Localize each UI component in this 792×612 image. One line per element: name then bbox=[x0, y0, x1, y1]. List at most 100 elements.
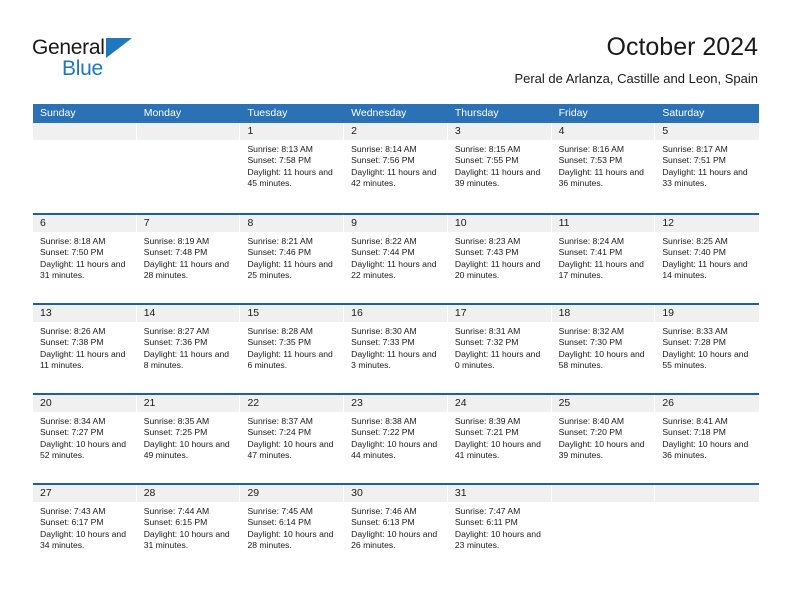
calendar-day-cell[interactable]: 26 Sunrise: 8:41 AM Sunset: 7:18 PM Dayligh… bbox=[655, 395, 760, 483]
calendar-day-cell[interactable]: 17 Sunrise: 8:31 AM Sunset: 7:32 PM Dayligh… bbox=[447, 305, 552, 393]
daylight-text: Daylight: 11 hours and 3 minutes. bbox=[351, 348, 437, 371]
calendar-day-cell[interactable]: 7 Sunrise: 8:19 AM Sunset: 7:48 PM Daylight… bbox=[136, 215, 241, 303]
day-number bbox=[551, 485, 656, 502]
sunset-text: Sunset: 7:33 PM bbox=[351, 337, 415, 348]
daylight-text: Daylight: 11 hours and 33 minutes. bbox=[662, 166, 748, 189]
day-number: 10 bbox=[447, 215, 552, 232]
sunrise-text: Sunrise: 8:28 AM bbox=[247, 326, 313, 336]
calendar-day-cell[interactable]: 10 Sunrise: 8:23 AM Sunset: 7:43 PM Dayligh… bbox=[447, 215, 552, 303]
day-sun-info: Sunrise: 7:45 AM Sunset: 6:14 PM Daylight:… bbox=[240, 502, 344, 552]
calendar-week-row: 6 Sunrise: 8:18 AM Sunset: 7:50 PM Daylight… bbox=[33, 213, 760, 303]
dow-wednesday: Wednesday bbox=[351, 107, 407, 119]
calendar-day-cell[interactable]: 23 Sunrise: 8:38 AM Sunset: 7:22 PM Dayligh… bbox=[344, 395, 448, 483]
day-sun-info: Sunrise: 8:16 AM Sunset: 7:53 PM Daylight:… bbox=[552, 140, 656, 190]
calendar-day-cell[interactable]: 22 Sunrise: 8:37 AM Sunset: 7:24 PM Dayligh… bbox=[240, 395, 345, 483]
day-number: 19 bbox=[655, 305, 760, 322]
day-number: 8 bbox=[240, 215, 345, 232]
day-sun-info: Sunrise: 8:34 AM Sunset: 7:27 PM Daylight:… bbox=[33, 412, 137, 462]
sunset-text: Sunset: 7:30 PM bbox=[558, 337, 623, 348]
day-sun-info: Sunrise: 8:32 AM Sunset: 7:30 PM Daylight:… bbox=[552, 322, 656, 372]
logo-text-blue: Blue bbox=[62, 57, 103, 80]
daylight-text: Daylight: 10 hours and 52 minutes. bbox=[40, 438, 126, 461]
day-number: 18 bbox=[551, 305, 656, 322]
calendar-day-cell[interactable]: 8 Sunrise: 8:21 AM Sunset: 7:46 PM Daylight… bbox=[240, 215, 345, 303]
calendar-day-cell-empty bbox=[136, 123, 241, 213]
sunset-text: Sunset: 7:55 PM bbox=[454, 155, 519, 166]
daylight-text: Daylight: 10 hours and 34 minutes. bbox=[40, 528, 126, 551]
day-sun-info: Sunrise: 8:23 AM Sunset: 7:43 PM Daylight:… bbox=[448, 232, 552, 282]
sunrise-text: Sunrise: 8:31 AM bbox=[454, 326, 521, 336]
day-number: 29 bbox=[240, 485, 345, 502]
calendar-day-cell[interactable]: 3 Sunrise: 8:15 AM Sunset: 7:55 PM Daylight… bbox=[447, 123, 552, 213]
calendar-day-cell[interactable]: 18 Sunrise: 8:32 AM Sunset: 7:30 PM Dayligh… bbox=[551, 305, 656, 393]
calendar-day-cell[interactable]: 14 Sunrise: 8:27 AM Sunset: 7:36 PM Dayligh… bbox=[136, 305, 241, 393]
calendar-day-cell[interactable]: 11 Sunrise: 8:24 AM Sunset: 7:41 PM Dayligh… bbox=[551, 215, 656, 303]
calendar-day-cell[interactable]: 21 Sunrise: 8:35 AM Sunset: 7:25 PM Dayligh… bbox=[136, 395, 241, 483]
dow-saturday: Saturday bbox=[662, 107, 705, 119]
day-sun-info: Sunrise: 8:39 AM Sunset: 7:21 PM Daylight:… bbox=[448, 412, 552, 462]
day-sun-info: Sunrise: 7:43 AM Sunset: 6:17 PM Daylight:… bbox=[33, 502, 137, 552]
sunset-text: Sunset: 7:32 PM bbox=[454, 337, 519, 348]
title-block: October 2024 Peral de Arlanza, Castille … bbox=[514, 32, 758, 87]
day-sun-info: Sunrise: 8:28 AM Sunset: 7:35 PM Daylight:… bbox=[240, 322, 344, 372]
day-sun-info: Sunrise: 8:26 AM Sunset: 7:38 PM Daylight:… bbox=[33, 322, 137, 372]
calendar-day-cell[interactable]: 24 Sunrise: 8:39 AM Sunset: 7:21 PM Dayligh… bbox=[447, 395, 552, 483]
calendar-day-cell[interactable]: 16 Sunrise: 8:30 AM Sunset: 7:33 PM Dayligh… bbox=[344, 305, 448, 393]
calendar-day-cell[interactable]: 1 Sunrise: 8:13 AM Sunset: 7:58 PM Daylight… bbox=[240, 123, 345, 213]
calendar-day-cell[interactable]: 28 Sunrise: 7:44 AM Sunset: 6:15 PM Dayligh… bbox=[136, 485, 241, 573]
calendar-day-cell[interactable]: 27 Sunrise: 7:43 AM Sunset: 6:17 PM Dayligh… bbox=[33, 485, 137, 573]
daylight-text: Daylight: 11 hours and 42 minutes. bbox=[351, 166, 437, 189]
calendar-day-cell[interactable]: 31 Sunrise: 7:47 AM Sunset: 6:11 PM Dayligh… bbox=[447, 485, 552, 573]
sunset-text: Sunset: 6:13 PM bbox=[351, 517, 415, 528]
day-number: 17 bbox=[447, 305, 552, 322]
calendar-day-cell[interactable]: 5 Sunrise: 8:17 AM Sunset: 7:51 PM Daylight… bbox=[655, 123, 760, 213]
sunrise-text: Sunrise: 8:14 AM bbox=[351, 144, 417, 154]
day-number: 7 bbox=[136, 215, 241, 232]
sunset-text: Sunset: 7:48 PM bbox=[143, 247, 208, 258]
calendar-day-cell[interactable]: 2 Sunrise: 8:14 AM Sunset: 7:56 PM Daylight… bbox=[344, 123, 448, 213]
daylight-text: Daylight: 11 hours and 25 minutes. bbox=[247, 258, 333, 281]
day-sun-info: Sunrise: 8:40 AM Sunset: 7:20 PM Daylight:… bbox=[552, 412, 656, 462]
day-sun-info: Sunrise: 8:14 AM Sunset: 7:56 PM Daylight:… bbox=[344, 140, 448, 190]
dow-tuesday: Tuesday bbox=[247, 107, 288, 119]
day-sun-info: Sunrise: 8:27 AM Sunset: 7:36 PM Daylight:… bbox=[137, 322, 241, 372]
sunset-text: Sunset: 7:24 PM bbox=[247, 427, 311, 438]
sunset-text: Sunset: 7:58 PM bbox=[247, 155, 311, 166]
calendar-day-cell[interactable]: 20 Sunrise: 8:34 AM Sunset: 7:27 PM Dayligh… bbox=[33, 395, 137, 483]
sunset-text: Sunset: 7:41 PM bbox=[558, 247, 623, 258]
sunset-text: Sunset: 6:17 PM bbox=[40, 517, 104, 528]
calendar-day-cell[interactable]: 30 Sunrise: 7:46 AM Sunset: 6:13 PM Dayligh… bbox=[344, 485, 448, 573]
sunrise-text: Sunrise: 8:16 AM bbox=[558, 144, 625, 154]
sunset-text: Sunset: 6:11 PM bbox=[454, 517, 518, 528]
sunset-text: Sunset: 7:20 PM bbox=[558, 427, 623, 438]
calendar-day-cell[interactable]: 13 Sunrise: 8:26 AM Sunset: 7:38 PM Dayligh… bbox=[33, 305, 137, 393]
calendar-grid: Sunday Monday Tuesday Wednesday Thursday… bbox=[33, 104, 760, 573]
day-number: 31 bbox=[447, 485, 552, 502]
calendar-day-cell[interactable]: 29 Sunrise: 7:45 AM Sunset: 6:14 PM Dayligh… bbox=[240, 485, 345, 573]
day-number: 6 bbox=[33, 215, 137, 232]
daylight-text: Daylight: 11 hours and 45 minutes. bbox=[247, 166, 333, 189]
calendar-day-cell[interactable]: 12 Sunrise: 8:25 AM Sunset: 7:40 PM Dayligh… bbox=[655, 215, 760, 303]
daylight-text: Daylight: 10 hours and 36 minutes. bbox=[662, 438, 749, 461]
daylight-text: Daylight: 10 hours and 55 minutes. bbox=[662, 348, 749, 371]
day-number: 23 bbox=[344, 395, 448, 412]
calendar-day-cell[interactable]: 25 Sunrise: 8:40 AM Sunset: 7:20 PM Dayligh… bbox=[551, 395, 656, 483]
day-number: 9 bbox=[344, 215, 448, 232]
calendar-day-cell[interactable]: 6 Sunrise: 8:18 AM Sunset: 7:50 PM Daylight… bbox=[33, 215, 137, 303]
day-number: 15 bbox=[240, 305, 345, 322]
day-sun-info: Sunrise: 8:17 AM Sunset: 7:51 PM Daylight:… bbox=[655, 140, 759, 190]
day-number: 12 bbox=[655, 215, 760, 232]
sunset-text: Sunset: 7:38 PM bbox=[40, 337, 104, 348]
day-number: 22 bbox=[240, 395, 345, 412]
sunrise-text: Sunrise: 8:17 AM bbox=[662, 144, 728, 154]
calendar-day-cell[interactable]: 19 Sunrise: 8:33 AM Sunset: 7:28 PM Dayligh… bbox=[655, 305, 760, 393]
calendar-day-cell[interactable]: 4 Sunrise: 8:16 AM Sunset: 7:53 PM Daylight… bbox=[551, 123, 656, 213]
calendar-week-row: 13 Sunrise: 8:26 AM Sunset: 7:38 PM Dayligh… bbox=[33, 303, 760, 393]
day-number: 26 bbox=[655, 395, 760, 412]
dow-monday: Monday bbox=[143, 107, 182, 119]
calendar-day-cell[interactable]: 9 Sunrise: 8:22 AM Sunset: 7:44 PM Daylight… bbox=[344, 215, 448, 303]
day-sun-info: Sunrise: 7:46 AM Sunset: 6:13 PM Daylight:… bbox=[344, 502, 448, 552]
sunrise-text: Sunrise: 8:18 AM bbox=[40, 236, 106, 246]
calendar-day-cell[interactable]: 15 Sunrise: 8:28 AM Sunset: 7:35 PM Dayligh… bbox=[240, 305, 345, 393]
daylight-text: Daylight: 10 hours and 41 minutes. bbox=[454, 438, 541, 461]
